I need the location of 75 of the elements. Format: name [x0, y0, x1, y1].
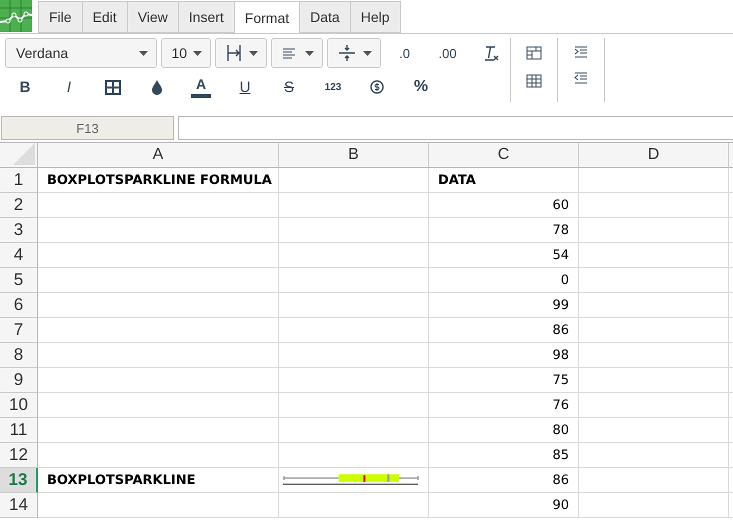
vertical-align-icon [338, 45, 356, 61]
dollar-circle-icon [370, 80, 384, 94]
increase-decimal-button[interactable]: .00 [428, 39, 468, 67]
table-icon[interactable] [526, 74, 542, 88]
borders-dropdown[interactable] [214, 38, 267, 68]
strikethrough-button[interactable]: S [269, 73, 309, 101]
logo-icon [0, 0, 32, 32]
table-cell: 76 [429, 393, 579, 418]
row-header[interactable]: 10 [0, 393, 38, 418]
clear-format-icon [482, 45, 499, 61]
outdent-icon[interactable] [574, 72, 588, 84]
percent-button[interactable]: % [401, 73, 441, 101]
menu-tab[interactable]: Help [350, 1, 401, 33]
table-cell: 86 [429, 468, 579, 493]
table-cell: 86 [429, 318, 579, 343]
decrease-decimal-button[interactable]: .0 [385, 39, 424, 67]
column-header[interactable]: C [429, 143, 579, 168]
font-size-dropdown[interactable]: 10 [160, 38, 211, 68]
align-left-icon [282, 47, 296, 59]
table-cell: 98 [429, 343, 579, 368]
formula-input[interactable] [178, 116, 733, 140]
row-header[interactable]: 12 [0, 443, 38, 468]
table-cell: 0 [429, 268, 579, 293]
underline-button[interactable]: U [225, 73, 265, 101]
table-cell: 80 [429, 418, 579, 443]
row-header[interactable]: 7 [0, 318, 38, 343]
table-cell: 85 [429, 443, 579, 468]
table-cell: BOXPLOTSPARKLINE FORMULA [38, 168, 279, 193]
row-header[interactable]: 2 [0, 193, 38, 218]
row-header[interactable]: 9 [0, 368, 38, 393]
row-header[interactable]: 1 [0, 168, 38, 193]
table-cell: 75 [429, 368, 579, 393]
column-header[interactable]: A [38, 143, 279, 168]
table-cell: DATA [429, 168, 579, 193]
row-header[interactable]: 5 [0, 268, 38, 293]
caret-icon [192, 50, 202, 56]
menu-tab[interactable]: File [38, 1, 82, 33]
row-header[interactable]: 11 [0, 418, 38, 443]
table-cell: 78 [429, 218, 579, 243]
align-dropdown[interactable] [270, 38, 323, 68]
row-header[interactable]: 13 [0, 468, 38, 493]
menu-tab[interactable]: View [126, 1, 178, 33]
caret-icon [305, 50, 314, 56]
row-header[interactable]: 6 [0, 293, 38, 318]
menu-tab[interactable]: Insert [178, 1, 234, 33]
indent-icon[interactable] [574, 46, 588, 58]
table-cell: 60 [429, 193, 579, 218]
caret-icon [363, 50, 372, 56]
caret-icon [248, 50, 258, 56]
table-cell: BOXPLOTSPARKLINE [38, 468, 279, 493]
number-format-button[interactable]: 123 [313, 73, 353, 101]
caret-icon [138, 50, 148, 56]
row-header[interactable]: 14 [0, 493, 38, 518]
grid-icon [105, 80, 121, 94]
bold-button[interactable]: B [5, 73, 45, 101]
italic-button[interactable]: I [49, 73, 89, 101]
column-header[interactable]: D [579, 143, 729, 168]
row-header[interactable]: 4 [0, 243, 38, 268]
column-header[interactable]: B [279, 143, 429, 168]
vertical-align-dropdown[interactable] [327, 38, 382, 68]
drop-icon [151, 80, 163, 94]
menu-tab[interactable]: Format [234, 1, 300, 34]
table-cell: 54 [429, 243, 579, 268]
table-cell: 90 [429, 493, 579, 518]
border-icon [226, 45, 242, 61]
cell-name-box[interactable]: F13 [1, 116, 174, 140]
color-bar-icon [191, 94, 211, 98]
menu-tab[interactable]: Data [299, 1, 350, 33]
row-header[interactable]: 8 [0, 343, 38, 368]
font-dropdown[interactable]: Verdana [5, 38, 157, 68]
text-color-button[interactable]: A [181, 73, 221, 101]
menu-tab[interactable]: Edit [82, 1, 127, 33]
table-cell: 99 [429, 293, 579, 318]
merge-cells-icon[interactable] [526, 46, 542, 60]
row-header[interactable]: 3 [0, 218, 38, 243]
